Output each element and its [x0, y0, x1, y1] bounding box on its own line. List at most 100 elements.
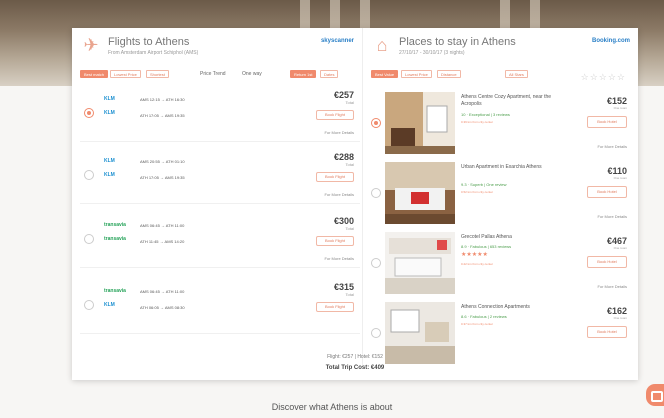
book-hotel-button[interactable]: Book Hotel	[587, 186, 627, 198]
hotel-name[interactable]: Grecotel Pallas Athena	[461, 234, 561, 241]
filter-lowest-price[interactable]: Lowest Price	[401, 70, 432, 78]
filter-best-value[interactable]: Best Value	[371, 70, 399, 78]
return-leg: ATH 06:05 → AMS 08:30	[140, 305, 185, 310]
hotels-subtitle: 27/10/17 - 30/10/17 (3 nights)	[399, 50, 465, 56]
flight-radio[interactable]	[84, 108, 94, 118]
hotel-distance: 0.37 km from city center	[461, 322, 494, 326]
airplane-icon: ✈	[83, 35, 99, 55]
airline-logo: transavia	[104, 288, 126, 294]
price-unit: One room	[613, 316, 627, 320]
price-unit: One room	[613, 106, 627, 110]
hotel-radio[interactable]	[371, 258, 381, 268]
filter-return-first[interactable]: Return 1st	[290, 70, 317, 78]
hotel-distance: 0.39 km from city center	[461, 120, 494, 124]
trip-card: ✈ Flights to Athens From Amsterdam Airpo…	[72, 28, 638, 380]
flight-row[interactable]: transavia transavia AMS 06:45 → ATH 11:0…	[80, 212, 360, 268]
flight-row[interactable]: transavia KLM AMS 06:45 → ATH 11:00 ATH …	[80, 278, 360, 334]
filter-lowest-price[interactable]: Lowest Price	[110, 70, 141, 78]
hotel-row[interactable]: Athens Centre Cozy Apartment, near the A…	[371, 92, 633, 158]
hotel-photo[interactable]	[385, 232, 455, 294]
one-way-toggle[interactable]: One way	[242, 70, 262, 78]
return-leg: ATH 17:05 → AMS 19:35	[140, 175, 185, 180]
hotel-distance: 0.22 km from city center	[461, 262, 494, 266]
building-icon: ⌂	[376, 35, 388, 55]
filter-distance[interactable]: Distance	[437, 70, 461, 78]
more-details-link[interactable]: For More Details	[324, 130, 354, 135]
flight-row[interactable]: KLM KLM AMS 20:55 → ATH 01:10 ATH 17:05 …	[80, 148, 360, 204]
book-hotel-button[interactable]: Book Hotel	[587, 256, 627, 268]
hotels-panel: ⌂ Places to stay in Athens 27/10/17 - 30…	[362, 28, 638, 366]
flight-filters: Best match Lowest Price Shortest Price T…	[80, 70, 360, 80]
flight-price: €315	[333, 282, 354, 292]
hotel-distance: 0.52 km from city center	[461, 190, 494, 194]
all-stars-dropdown[interactable]: All Stars	[505, 70, 528, 78]
hotel-row[interactable]: Urban Apartment in Exarchia Athens 9.3 ·…	[371, 162, 633, 228]
flights-title[interactable]: Flights to Athens	[108, 36, 189, 48]
more-details-link[interactable]: For More Details	[597, 214, 627, 219]
hotels-title[interactable]: Places to stay in Athens	[399, 36, 516, 48]
hotel-price: €162	[606, 306, 627, 316]
book-flight-button[interactable]: Book Flight	[316, 236, 354, 246]
outbound-leg: AMS 20:55 → ATH 01:10	[140, 159, 185, 164]
flights-subtitle: From Amsterdam Airport Schiphol (AMS)	[108, 50, 199, 56]
more-details-link[interactable]: For More Details	[324, 192, 354, 197]
book-flight-button[interactable]: Book Flight	[316, 110, 354, 120]
flights-panel: ✈ Flights to Athens From Amsterdam Airpo…	[72, 28, 362, 366]
price-label: Total	[345, 100, 354, 105]
airline-logo: KLM	[104, 302, 115, 308]
hotel-name[interactable]: Athens Connection Apartments	[461, 304, 561, 311]
return-leg: ATH 11:45 → AMS 14:20	[140, 239, 185, 244]
price-label: Total	[345, 162, 354, 167]
discover-heading: Discover what Athens is about	[271, 402, 393, 412]
flight-price: €300	[333, 216, 354, 226]
hotel-radio[interactable]	[371, 118, 381, 128]
more-details-link[interactable]: For More Details	[324, 256, 354, 261]
filter-best-match[interactable]: Best match	[80, 70, 109, 78]
more-details-link[interactable]: For More Details	[597, 284, 627, 289]
book-flight-button[interactable]: Book Flight	[316, 172, 354, 182]
hotel-rating: 8.6 · Fabulous | 2 reviews	[461, 314, 507, 319]
flight-row[interactable]: KLM KLM AMS 12:15 → ATH 16:30 ATH 17:05 …	[80, 86, 360, 142]
hotel-name[interactable]: Athens Centre Cozy Apartment, near the A…	[461, 94, 561, 108]
skyscanner-logo: skyscanner	[320, 38, 354, 44]
hotel-price: €467	[606, 236, 627, 246]
hotel-radio[interactable]	[371, 188, 381, 198]
filter-shortest[interactable]: Shortest	[146, 70, 169, 78]
price-unit: One room	[613, 246, 627, 250]
hotel-row[interactable]: Grecotel Pallas Athena 8.9 · Fabulous | …	[371, 232, 633, 298]
hotel-rating: 8.9 · Fabulous | 653 reviews	[461, 244, 512, 249]
book-hotel-button[interactable]: Book Hotel	[587, 116, 627, 128]
price-trend-label: Price Trend	[200, 71, 226, 77]
hotel-name[interactable]: Urban Apartment in Exarchia Athens	[461, 164, 561, 171]
flight-price: €288	[333, 152, 354, 162]
flight-radio[interactable]	[84, 300, 94, 310]
hotel-price: €152	[606, 96, 627, 106]
airline-logo: KLM	[104, 172, 115, 178]
outbound-leg: AMS 06:45 → ATH 11:00	[140, 223, 185, 228]
filter-dates[interactable]: Dates	[320, 70, 339, 78]
price-label: Total	[345, 226, 354, 231]
airline-logo: KLM	[104, 96, 115, 102]
airline-logo: transavia	[104, 222, 126, 228]
book-hotel-button[interactable]: Book Hotel	[587, 326, 627, 338]
flight-price: €257	[333, 90, 354, 100]
hotel-photo[interactable]	[385, 162, 455, 224]
hotel-rating: 9.3 · Superb | One review	[461, 182, 507, 187]
star-filter[interactable]: ☆☆☆☆☆	[581, 72, 626, 83]
flight-radio[interactable]	[84, 234, 94, 244]
hotel-price: €110	[607, 166, 627, 176]
airline-logo: KLM	[104, 158, 115, 164]
chat-icon[interactable]	[646, 384, 664, 406]
book-flight-button[interactable]: Book Flight	[316, 302, 354, 312]
airline-logo: transavia	[104, 236, 126, 242]
more-details-link[interactable]: For More Details	[597, 144, 627, 149]
price-label: Total	[345, 292, 354, 297]
trip-cost-breakdown: Flight: €257 | Hotel: €152	[327, 354, 383, 360]
hotel-radio[interactable]	[371, 328, 381, 338]
flight-radio[interactable]	[84, 170, 94, 180]
flights-header: ✈ Flights to Athens From Amsterdam Airpo…	[72, 28, 362, 64]
total-trip-cost: Total Trip Cost: €409	[325, 365, 385, 371]
hotel-photo[interactable]	[385, 92, 455, 154]
booking-logo: Booking.com	[591, 38, 630, 44]
hotels-header: ⌂ Places to stay in Athens 27/10/17 - 30…	[363, 28, 638, 64]
